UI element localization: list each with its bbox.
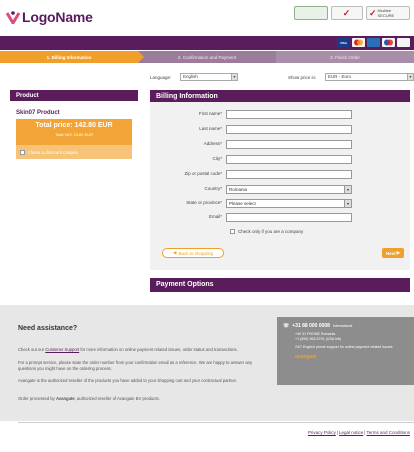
language-select[interactable]: English ▾: [180, 73, 238, 81]
zip-input[interactable]: [226, 170, 352, 179]
mcafee-check-icon: ✓: [369, 7, 377, 18]
assistance-paragraph-support: Check out our Customer Support for more …: [18, 347, 238, 352]
privacy-policy-link[interactable]: Privacy Policy: [308, 430, 336, 435]
first-name-input[interactable]: [226, 110, 352, 119]
country-row: Country* Romania ▾: [150, 185, 410, 195]
assistance-paragraph-service: For a prompt service, please state the o…: [18, 360, 253, 371]
payment-card-logos: VISA: [337, 38, 410, 47]
product-name: Skin07 Product: [16, 110, 60, 116]
step-billing: 1. Billing Information: [0, 51, 144, 63]
page-header: LogoName ✓ ✓ McAfee SECURE: [0, 0, 414, 36]
last-name-input[interactable]: [226, 125, 352, 134]
country-label: Country*: [204, 186, 222, 191]
billing-panel-header: Billing Information: [150, 90, 410, 102]
language-label: Language:: [150, 75, 172, 80]
step-confirmation: 2. Confirmation and Payment: [138, 51, 276, 63]
state-select[interactable]: Please select ▾: [226, 199, 352, 208]
last-name-row: Last name*: [150, 125, 410, 135]
security-badge-2[interactable]: ✓: [331, 6, 363, 20]
zip-label: Zip or postal code*: [184, 171, 222, 176]
legal-notice-link[interactable]: Legal notice: [339, 430, 363, 435]
email-input[interactable]: [226, 213, 352, 222]
chevron-down-icon: ▾: [344, 186, 351, 193]
phone-international-label: International: [332, 324, 353, 328]
address-input[interactable]: [226, 140, 352, 149]
address-row: Address*: [150, 140, 410, 150]
payment-options-header[interactable]: Payment Options: [150, 278, 410, 292]
mcafee-badge[interactable]: ✓ McAfee SECURE: [366, 6, 410, 20]
security-badge-1[interactable]: [294, 6, 328, 20]
visa-icon: VISA: [337, 38, 350, 47]
state-row: State or province* Please select ▾: [150, 199, 410, 209]
total-price: Total price: 142.80 EUR: [35, 122, 113, 129]
phone-icon: ☏: [283, 323, 290, 329]
arrow-left-icon: ◀: [173, 250, 177, 255]
discount-coupon-toggle[interactable]: I have a discount coupon: [16, 145, 132, 159]
logo-mark-icon: [6, 10, 20, 24]
city-label: City*: [212, 156, 222, 161]
assistance-paragraph-processor: Order processed by Avangate, authorized …: [18, 396, 160, 401]
phone-number[interactable]: +31 88 000 0008: [292, 323, 330, 329]
total-vat: Total VAT: 23.80 EUR: [54, 132, 94, 137]
terms-link[interactable]: Terms and Conditions: [366, 430, 410, 435]
company-checkbox-row[interactable]: Check only if you are a company: [230, 229, 303, 234]
assistance-paragraph-reseller: Avangate is the authorized reseller of t…: [18, 378, 237, 383]
total-price-box: Total price: 142.80 EUR Total VAT: 23.80…: [16, 119, 132, 145]
first-name-label: First name*: [198, 111, 222, 116]
price-currency-label: Show price in:: [288, 75, 317, 80]
check-icon: ✓: [342, 7, 351, 18]
address-label: Address*: [203, 141, 222, 146]
company-checkbox[interactable]: [230, 229, 235, 234]
chevron-down-icon: ▾: [407, 74, 413, 80]
product-panel-header: Product: [10, 90, 138, 101]
city-row: City*: [150, 155, 410, 165]
company-checkbox-label: Check only if you are a company: [238, 229, 304, 234]
mastercard-icon: [352, 38, 365, 47]
last-name-label: Last name*: [199, 126, 222, 131]
logo[interactable]: LogoName: [6, 9, 93, 25]
maestro-icon: [382, 38, 395, 47]
contact-line: +1 (650) 963-5701 (USA Intl): [295, 337, 342, 341]
country-select[interactable]: Romania ▾: [226, 185, 352, 194]
billing-panel: Billing Information First name* Last nam…: [150, 90, 410, 270]
assistance-title: Need assistance?: [18, 325, 78, 332]
assistance-section: Need assistance? Check out our Customer …: [0, 305, 414, 421]
footer-divider: [18, 422, 414, 423]
email-label: Email*: [208, 214, 222, 219]
paypal-icon: [397, 38, 410, 47]
contact-box: ☏ +31 88 000 0008 International +40 31 P…: [277, 317, 414, 385]
coupon-checkbox[interactable]: [20, 149, 25, 155]
currency-select[interactable]: EUR - Euro ▾: [325, 73, 414, 81]
amex-icon: [367, 38, 380, 47]
customer-support-link[interactable]: Customer Support: [45, 347, 79, 352]
first-name-row: First name*: [150, 110, 410, 120]
next-button[interactable]: Next ▶: [382, 248, 404, 258]
contact-line: 24/7 English phone support for online pa…: [295, 345, 393, 349]
language-currency-row: Language: English ▾ Show price in: EUR -…: [150, 73, 414, 83]
product-panel: Product Skin07 Product Total price: 142.…: [10, 90, 138, 178]
zip-row: Zip or postal code*: [150, 170, 410, 180]
step-finish: 3. Finish Order: [276, 51, 414, 63]
avangate-logo: avangate: [295, 354, 317, 360]
footer-links: Privacy Policy|Legal notice|Terms and Co…: [307, 430, 410, 435]
chevron-down-icon: ▾: [344, 200, 351, 207]
city-input[interactable]: [226, 155, 352, 164]
checkout-steps: 1. Billing Information 2. Confirmation a…: [0, 51, 414, 63]
back-to-shopping-button[interactable]: ◀ Back to shopping: [162, 248, 224, 258]
trust-badges: ✓ ✓ McAfee SECURE: [294, 6, 410, 20]
arrow-right-icon: ▶: [396, 250, 401, 255]
phone-line: ☏ +31 88 000 0008 International: [283, 323, 408, 329]
chevron-down-icon: ▾: [231, 74, 237, 80]
logo-text: LogoName: [22, 9, 93, 25]
email-row: Email*: [150, 213, 410, 223]
state-label: State or province*: [186, 200, 222, 205]
